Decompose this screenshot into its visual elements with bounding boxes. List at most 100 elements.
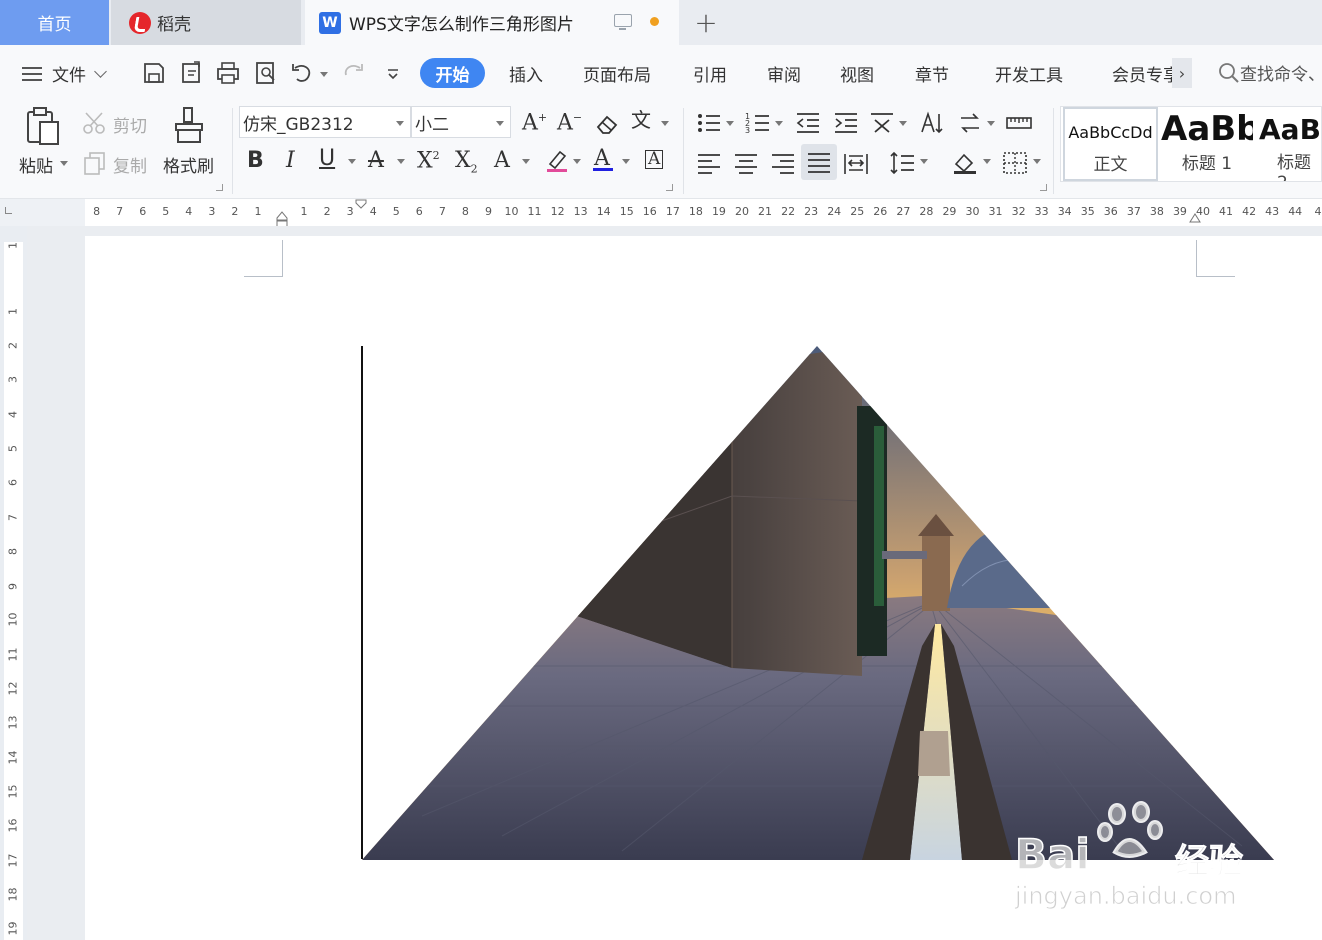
underline-dropdown-icon[interactable] [348,159,356,164]
style-heading-1[interactable]: AaBb 标题 1 [1161,107,1253,181]
more-tabs-button[interactable]: › [1172,58,1192,88]
line-spacing-icon[interactable] [890,150,916,176]
monitor-icon[interactable] [614,14,632,30]
subscript-icon[interactable]: X2 [455,149,478,174]
chinese-layout-icon[interactable] [869,110,895,136]
tab-stop-icon[interactable] [5,207,12,214]
tab-view[interactable]: 视图 [840,61,874,86]
character-border-icon[interactable]: A [645,150,664,169]
ruler-tick-label: 9 [484,205,492,218]
sort-icon[interactable] [918,110,944,136]
align-right-icon[interactable] [770,150,796,176]
print-icon[interactable] [215,60,241,86]
tab-member[interactable]: 会员专享 [1112,61,1174,86]
decrease-indent-icon[interactable] [795,110,821,136]
underline-icon[interactable]: U [319,148,335,170]
bullet-list-icon[interactable] [696,110,722,136]
paste-button[interactable]: 粘贴 [19,152,53,177]
italic-icon[interactable]: I [286,150,295,172]
chinese-layout-dropdown-icon[interactable] [899,121,907,126]
align-center-icon[interactable] [733,150,759,176]
style-normal[interactable]: AaBbCcDd 正文 [1063,107,1158,181]
paragraph-launcher-icon[interactable] [1040,184,1047,191]
line-spacing-dropdown-icon[interactable] [920,159,928,164]
tab-section[interactable]: 章节 [915,61,949,86]
triangle-cropped-photo[interactable] [362,346,1274,860]
margin-corner-mark [1196,276,1235,277]
distributed-align-icon[interactable] [843,150,869,176]
undo-icon[interactable] [289,60,315,86]
tab-references[interactable]: 引用 [693,61,727,86]
new-tab-button[interactable]: + [690,4,722,40]
tab-page-layout[interactable]: 页面布局 [583,61,651,86]
borders-dropdown-icon[interactable] [1033,159,1041,164]
font-color-dropdown-icon[interactable] [622,159,630,164]
style-heading-2[interactable]: AaB 标题 2 [1257,107,1322,181]
first-line-indent-marker-icon[interactable] [355,199,367,209]
numbering-dropdown-icon[interactable] [775,121,783,126]
undo-dropdown-icon[interactable] [320,72,328,77]
tab-insert[interactable]: 插入 [509,61,543,86]
numbered-list-icon[interactable]: 1 2 3 [745,110,771,136]
pinyin-guide-icon[interactable]: 文 [631,110,651,130]
export-icon[interactable] [179,60,205,86]
format-painter-icon[interactable] [172,106,206,146]
decrease-font-size-icon[interactable]: A− [557,112,582,134]
paste-icon[interactable] [24,106,62,146]
increase-font-size-icon[interactable]: A+ [522,112,547,134]
tab-start[interactable]: 开始 [420,58,485,88]
borders-icon[interactable] [1002,150,1028,176]
vertical-ruler-tick-label: 6 [6,479,20,486]
text-effect-icon[interactable]: A [494,150,510,172]
clipboard-launcher-icon[interactable] [216,184,223,191]
command-search[interactable]: 查找命令、 [1218,60,1322,85]
ruler-tick-label: 7 [116,205,124,218]
vertical-ruler-tick-label: 18 [6,887,20,902]
save-icon[interactable] [141,60,167,86]
vertical-ruler-tick-label: 12 [6,681,20,696]
pinyin-dropdown-icon[interactable] [661,121,669,126]
clear-format-eraser-icon[interactable] [594,111,620,137]
strikethrough-icon[interactable]: A [368,150,384,172]
ruler-toggle-icon[interactable] [1005,110,1033,136]
justify-button[interactable] [801,144,837,180]
right-indent-marker-icon[interactable] [1189,212,1201,224]
show-marks-dropdown-icon[interactable] [987,121,995,126]
align-left-icon[interactable] [696,150,722,176]
font-color-icon[interactable]: A [594,148,610,170]
font-size-select[interactable]: 小二 [411,106,511,138]
tab-review[interactable]: 审阅 [767,61,801,86]
redo-icon[interactable] [340,60,366,86]
bold-icon[interactable]: B [247,150,264,172]
highlight-icon[interactable] [544,148,570,174]
shading-icon[interactable] [952,150,978,176]
show-marks-icon[interactable] [957,110,983,136]
copy-button[interactable]: 复制 [113,152,147,177]
ruler-tick-label: 19 [711,205,726,218]
tab-daoke[interactable]: 稻壳 [111,0,301,45]
horizontal-ruler[interactable]: 8 7 6 5 4 3 2 1 1 2 3 4 5 6 7 8 9 10 11 12 13 14 15 16 17 18 19 20 2… [0,199,1322,228]
shading-dropdown-icon[interactable] [983,159,991,164]
superscript-icon[interactable]: X2 [417,150,440,172]
tab-document[interactable]: W WPS文字怎么制作三角形图片 [305,0,679,45]
text-effect-dropdown-icon[interactable] [522,159,530,164]
vertical-ruler-tick-label: 11 [6,647,20,662]
cut-button[interactable]: 剪切 [113,112,147,137]
bullet-dropdown-icon[interactable] [726,121,734,126]
chevron-down-icon [94,64,107,78]
tab-home[interactable]: 首页 [0,0,109,45]
print-preview-icon[interactable] [253,60,279,86]
file-menu-button[interactable]: 文件 [22,61,107,86]
strikethrough-dropdown-icon[interactable] [397,159,405,164]
paste-dropdown-icon[interactable] [60,161,68,166]
font-name-select[interactable]: 仿宋_GB2312 [239,106,411,138]
font-launcher-icon[interactable] [666,184,673,191]
tab-developer[interactable]: 开发工具 [995,61,1063,86]
highlight-dropdown-icon[interactable] [573,159,581,164]
ruler-tick-label: 2 [231,205,239,218]
increase-indent-icon[interactable] [833,110,859,136]
ruler-tick-label: 34 [1057,205,1072,218]
format-painter-button[interactable]: 格式刷 [163,152,214,177]
vertical-ruler[interactable]: 1 1 2 3 4 5 6 7 8 9 10 11 12 13 14 15 16 17 18 19 [0,226,27,940]
customize-toolbar-icon[interactable] [380,60,406,86]
